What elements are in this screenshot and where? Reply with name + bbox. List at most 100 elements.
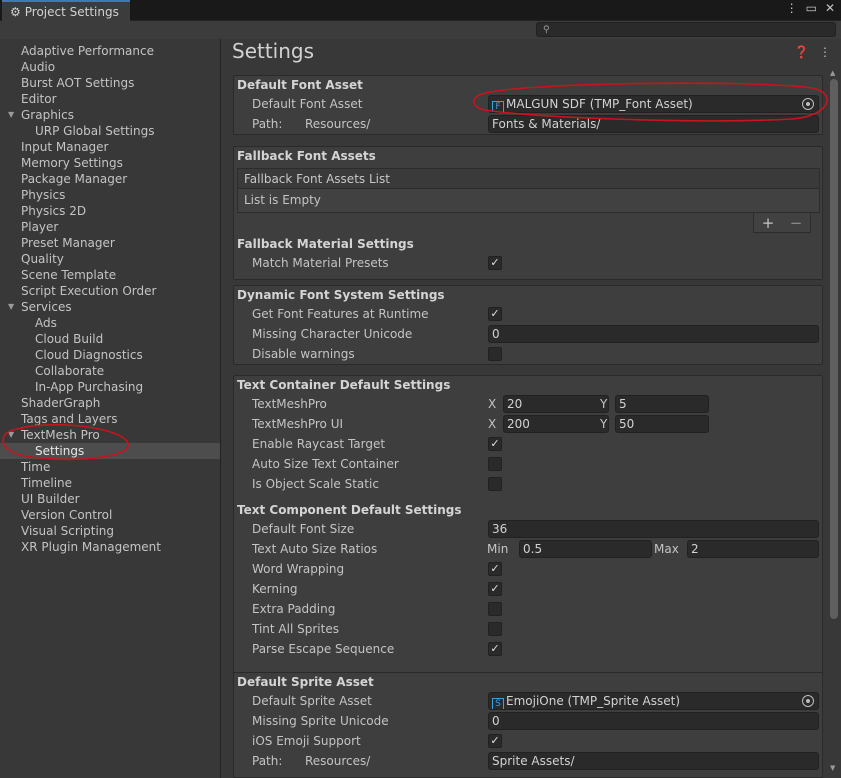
sidebar-item[interactable]: Settings: [0, 443, 220, 459]
scale-static-checkbox[interactable]: [488, 477, 502, 491]
sidebar-item[interactable]: Ads: [0, 315, 220, 331]
sidebar-item[interactable]: Collaborate: [0, 363, 220, 379]
auto-size-container-checkbox[interactable]: [488, 457, 502, 471]
get-font-features-checkbox[interactable]: ✓: [488, 307, 502, 321]
dynamic-font-section: Dynamic Font System Settings Get Font Fe…: [233, 285, 823, 365]
extra-padding-checkbox[interactable]: [488, 602, 502, 616]
parse-escape-checkbox[interactable]: ✓: [488, 642, 502, 656]
kebab-menu-icon[interactable]: ⋮: [786, 1, 798, 15]
sidebar-item-label: Cloud Diagnostics: [35, 348, 143, 362]
sidebar-item[interactable]: Adaptive Performance: [0, 43, 220, 59]
sidebar-item[interactable]: Editor: [0, 91, 220, 107]
list-buttons: + −: [753, 213, 811, 233]
sidebar-item[interactable]: XR Plugin Management: [0, 539, 220, 555]
section-header: Text Container Default Settings: [237, 378, 451, 392]
field-label: iOS Emoji Support: [252, 734, 361, 748]
sidebar-item-label: Audio: [21, 60, 56, 74]
sidebar-item[interactable]: UI Builder: [0, 491, 220, 507]
default-sprite-asset-field[interactable]: S EmojiOne (TMP_Sprite Asset): [488, 692, 819, 710]
textmeshpro-ui-y-input[interactable]: 50: [615, 415, 709, 433]
sidebar-item[interactable]: Physics: [0, 187, 220, 203]
sidebar-item[interactable]: Cloud Diagnostics: [0, 347, 220, 363]
remove-button[interactable]: −: [790, 214, 803, 232]
textmeshpro-y-input[interactable]: 5: [615, 395, 709, 413]
scroll-thumb[interactable]: [830, 79, 838, 619]
font-path-input[interactable]: Fonts & Materials/: [488, 115, 819, 133]
list-empty-text: List is Empty: [244, 193, 321, 207]
page-title: Settings: [232, 39, 315, 63]
match-material-presets-checkbox[interactable]: ✓: [488, 256, 502, 270]
auto-size-min-input[interactable]: 0.5: [519, 540, 652, 558]
sidebar-item[interactable]: Audio: [0, 59, 220, 75]
sidebar-item-label: In-App Purchasing: [35, 380, 144, 394]
field-label: Word Wrapping: [252, 562, 345, 576]
sidebar-item[interactable]: Input Manager: [0, 139, 220, 155]
sidebar-item[interactable]: ▼ Services: [0, 299, 220, 315]
sidebar-item[interactable]: Quality: [0, 251, 220, 267]
expand-arrow-icon[interactable]: ▼: [8, 107, 14, 123]
add-button[interactable]: +: [762, 214, 775, 232]
sidebar-item[interactable]: In-App Purchasing: [0, 379, 220, 395]
sidebar-item[interactable]: Package Manager: [0, 171, 220, 187]
search-input[interactable]: ⚲: [536, 22, 836, 37]
sidebar-item[interactable]: Physics 2D: [0, 203, 220, 219]
max-label: Max: [654, 542, 679, 556]
help-icon[interactable]: ❓: [794, 45, 809, 59]
sidebar-item-label: Physics 2D: [21, 204, 87, 218]
close-icon[interactable]: ✕: [825, 1, 835, 15]
sidebar-item[interactable]: Script Execution Order: [0, 283, 220, 299]
list-header: Fallback Font Assets List: [238, 169, 819, 189]
field-label: Get Font Features at Runtime: [252, 307, 429, 321]
sidebar-item[interactable]: URP Global Settings: [0, 123, 220, 139]
field-label: Missing Character Unicode: [252, 327, 413, 341]
sidebar-item[interactable]: ShaderGraph: [0, 395, 220, 411]
object-picker-icon[interactable]: [802, 695, 814, 707]
object-picker-icon[interactable]: [802, 98, 814, 110]
sidebar-item[interactable]: Burst AOT Settings: [0, 75, 220, 91]
y-label: Y: [600, 417, 608, 431]
sidebar-item[interactable]: ▼ TextMesh Pro: [0, 427, 220, 443]
tint-sprites-checkbox[interactable]: [488, 622, 502, 636]
kebab-menu-icon[interactable]: ⋮: [819, 45, 831, 59]
search-icon: ⚲: [543, 24, 550, 35]
sidebar-item[interactable]: Cloud Build: [0, 331, 220, 347]
sidebar-item[interactable]: Player: [0, 219, 220, 235]
fallback-section: Fallback Font Assets Fallback Font Asset…: [233, 146, 823, 280]
scroll-up-icon[interactable]: ▲: [830, 69, 835, 77]
textmeshpro-x-input[interactable]: 20: [503, 395, 609, 413]
ios-emoji-checkbox[interactable]: ✓: [488, 734, 502, 748]
window-tab[interactable]: ⚙ Project Settings: [2, 0, 130, 21]
section-header: Text Component Default Settings: [237, 503, 462, 517]
missing-sprite-input[interactable]: 0: [488, 712, 819, 730]
kerning-checkbox[interactable]: ✓: [488, 582, 502, 596]
sidebar-item[interactable]: Visual Scripting: [0, 523, 220, 539]
disable-warnings-checkbox[interactable]: [488, 347, 502, 361]
auto-size-max-input[interactable]: 2: [687, 540, 819, 558]
sidebar-item[interactable]: Time: [0, 459, 220, 475]
sidebar-item-label: Settings: [35, 444, 85, 458]
expand-arrow-icon[interactable]: ▼: [8, 299, 14, 315]
sidebar-item[interactable]: Tags and Layers: [0, 411, 220, 427]
enable-raycast-checkbox[interactable]: ✓: [488, 437, 502, 451]
sidebar-item-label: Cloud Build: [35, 332, 104, 346]
expand-arrow-icon[interactable]: ▼: [8, 427, 14, 443]
sidebar-item[interactable]: Version Control: [0, 507, 220, 523]
sidebar-item[interactable]: ▼ Graphics: [0, 107, 220, 123]
maximize-icon[interactable]: ▭: [806, 1, 817, 15]
textmeshpro-ui-x-input[interactable]: 200: [503, 415, 609, 433]
sidebar-item[interactable]: Memory Settings: [0, 155, 220, 171]
word-wrapping-checkbox[interactable]: ✓: [488, 562, 502, 576]
field-label: Default Font Size: [252, 522, 355, 536]
title-icons: ❓ ⋮: [794, 45, 831, 59]
scroll-down-icon[interactable]: ▼: [830, 764, 835, 772]
sidebar-item[interactable]: Preset Manager: [0, 235, 220, 251]
default-font-asset-field[interactable]: F MALGUN SDF (TMP_Font Asset): [488, 95, 819, 113]
vertical-scrollbar[interactable]: ▲ ▼: [829, 69, 839, 772]
missing-character-input[interactable]: 0: [488, 325, 819, 343]
path-prefix: Resources/: [305, 754, 371, 768]
default-font-size-input[interactable]: 36: [488, 520, 819, 538]
sidebar-item[interactable]: Scene Template: [0, 267, 220, 283]
field-label: Kerning: [252, 582, 298, 596]
sprite-path-input[interactable]: Sprite Assets/: [488, 752, 819, 770]
sidebar-item[interactable]: Timeline: [0, 475, 220, 491]
